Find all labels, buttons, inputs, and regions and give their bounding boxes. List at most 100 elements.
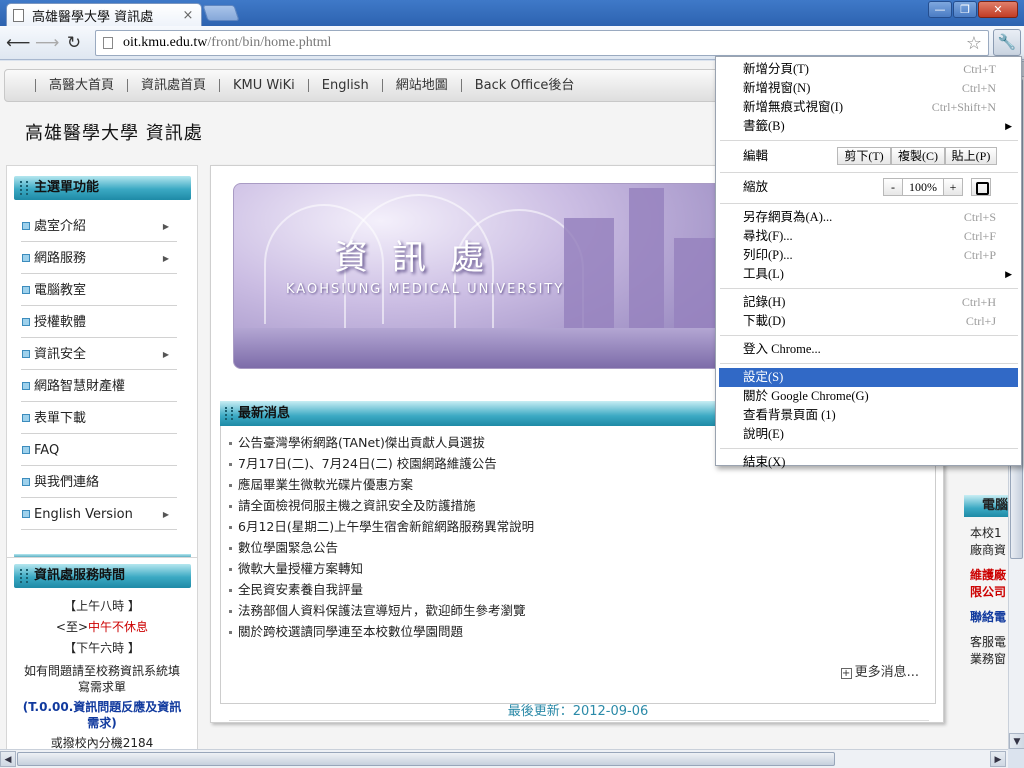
- zoom-out-button[interactable]: -: [883, 178, 903, 196]
- site-nav-link[interactable]: English: [307, 79, 382, 92]
- news-item[interactable]: 7月17日(二)、7月24日(二) 校園網路維護公告: [229, 453, 534, 474]
- browser-tab-active[interactable]: 高雄醫學大學 資訊處 ×: [6, 3, 202, 26]
- menu-item-label: 說明(E): [743, 427, 784, 441]
- horizontal-scrollbar[interactable]: ◀ ▶: [0, 749, 1008, 768]
- submenu-arrow-icon: ▶: [162, 350, 169, 359]
- main-menu-item[interactable]: 網路智慧財產權: [21, 370, 177, 402]
- menu-item[interactable]: 尋找(F)... Ctrl+F: [719, 227, 1018, 246]
- page-icon: [103, 37, 113, 49]
- site-nav-link[interactable]: Back Office後台: [460, 79, 588, 92]
- cut-button[interactable]: 剪下(T): [837, 147, 891, 165]
- menu-item[interactable]: 書籤(B) ▶: [719, 117, 1018, 136]
- new-tab-button[interactable]: [202, 5, 240, 21]
- more-news-link[interactable]: + 更多消息...: [840, 661, 919, 680]
- window-close-button[interactable]: ✕: [978, 1, 1018, 18]
- main-menu-item[interactable]: English Version ▶: [21, 498, 177, 530]
- main-menu-title: 主選單功能: [14, 176, 191, 200]
- menu-item[interactable]: 查看背景頁面 (1): [719, 406, 1018, 425]
- main-menu-item[interactable]: 與我們連絡: [21, 466, 177, 498]
- menu-item[interactable]: 關於 Google Chrome(G): [719, 387, 1018, 406]
- window-titlebar: 高雄醫學大學 資訊處 × — ❐ ✕: [0, 0, 1024, 26]
- main-menu-item[interactable]: 表單下載: [21, 402, 177, 434]
- menu-item[interactable]: 記錄(H) Ctrl+H: [719, 293, 1018, 312]
- zoom-in-button[interactable]: +: [943, 178, 963, 196]
- menu-separator: [720, 363, 1018, 364]
- shortcut-text: Ctrl+T: [963, 62, 996, 76]
- hours-cutoff-text: 或撥校內分機2184: [50, 736, 154, 749]
- news-item[interactable]: 請全面檢視伺服主機之資訊安全及防護措施: [229, 495, 534, 516]
- site-nav-link[interactable]: KMU WiKi: [219, 79, 308, 92]
- menu-item[interactable]: 另存網頁為(A)... Ctrl+S: [719, 208, 1018, 227]
- menu-separator: [720, 335, 1018, 336]
- main-menu-item[interactable]: 授權軟體: [21, 306, 177, 338]
- menu-separator: [720, 288, 1018, 289]
- banner-title: 資訊處: [334, 238, 508, 278]
- maximize-button[interactable]: ❐: [953, 1, 977, 18]
- shortcut-text: Ctrl+S: [963, 210, 996, 224]
- news-item[interactable]: 全民資安素養自我評量: [229, 579, 534, 600]
- scroll-down-arrow-icon[interactable]: ▼: [1009, 733, 1024, 749]
- menu-item[interactable]: 列印(P)... Ctrl+P: [719, 246, 1018, 265]
- address-bar[interactable]: oit.kmu.edu.tw/front/bin/home.phtml ☆: [95, 30, 989, 56]
- menu-item-label: 新增無痕式視窗(I): [743, 100, 843, 114]
- menu-item[interactable]: 新增無痕式視窗(I) Ctrl+Shift+N: [719, 98, 1018, 117]
- back-arrow-icon[interactable]: ⟵: [6, 33, 30, 53]
- menu-item[interactable]: 工具(L) ▶: [719, 265, 1018, 284]
- site-nav-link[interactable]: 網站地圖: [381, 79, 461, 92]
- news-item[interactable]: 微軟大量授權方案轉知: [229, 558, 534, 579]
- news-item[interactable]: 公告臺灣學術網路(TANet)傑出貢獻人員選拔: [229, 432, 534, 453]
- shortcut-text: Ctrl+F: [963, 229, 996, 243]
- minimize-button[interactable]: —: [928, 1, 952, 18]
- main-menu-item[interactable]: 資訊安全 ▶: [21, 338, 177, 370]
- scroll-right-arrow-icon[interactable]: ▶: [990, 751, 1006, 767]
- news-item[interactable]: 關於跨校選讀同學連至本校數位學園問題: [229, 621, 534, 642]
- main-menu-item-label: 資訊安全: [34, 347, 87, 362]
- signin-menu-item[interactable]: 登入 Chrome...: [719, 340, 1018, 359]
- news-item[interactable]: 6月12日(星期二)上午學生宿舍新館網路服務異常說明: [229, 516, 534, 537]
- shortcut-text: Ctrl+H: [961, 295, 996, 309]
- reload-icon[interactable]: ↻: [64, 33, 84, 53]
- news-item[interactable]: 法務部個人資料保護法宣導短片，歡迎師生參考瀏覽: [229, 600, 534, 621]
- forward-arrow-icon[interactable]: ⟶: [35, 33, 59, 53]
- news-item[interactable]: 應屆畢業生微軟光碟片優惠方案: [229, 474, 534, 495]
- hours-note: 如有問題請至校務資訊系統填寫需求單: [23, 664, 180, 694]
- bookmark-star-icon[interactable]: ☆: [966, 33, 982, 54]
- menu-separator: [720, 172, 1018, 173]
- divider: [229, 720, 929, 721]
- news-item[interactable]: 數位學園緊急公告: [229, 537, 534, 558]
- site-title: 高雄醫學大學 資訊處: [25, 123, 203, 144]
- menu-separator: [720, 448, 1018, 449]
- menu-item-label: 關於 Google Chrome(G): [743, 389, 869, 403]
- copy-button[interactable]: 複製(C): [891, 147, 945, 165]
- site-nav-link[interactable]: 高醫大首頁: [35, 79, 127, 92]
- service-hours-title: 資訊處服務時間: [14, 564, 191, 588]
- submenu-arrow-icon: ▶: [162, 510, 169, 519]
- menu-item[interactable]: 說明(E): [719, 425, 1018, 444]
- site-nav-link[interactable]: 資訊處首頁: [127, 79, 219, 92]
- scroll-left-arrow-icon[interactable]: ◀: [0, 751, 16, 767]
- menu-separator: [720, 203, 1018, 204]
- main-menu-panel: 主選單功能 處室介紹 ▶ 網路服務 ▶ 電腦教室 授權軟體資訊安全 ▶ 網路智慧財產權 表單下載…: [6, 165, 198, 559]
- tab-title: 高雄醫學大學 資訊處: [32, 9, 154, 25]
- menu-item[interactable]: 新增視窗(N) Ctrl+N: [719, 79, 1018, 98]
- edit-label: 編輯: [743, 149, 769, 163]
- menu-item[interactable]: 新增分頁(T) Ctrl+T: [719, 60, 1018, 79]
- request-link[interactable]: (T.0.00.資訊問題反應及資訊需求): [7, 699, 197, 731]
- exit-menu-item[interactable]: 結束(X): [719, 453, 1018, 472]
- main-menu-item[interactable]: 網路服務 ▶: [21, 242, 177, 274]
- side-panel-body: 本校1 廠商資 維護廠 限公司 聯絡電 客服電 業務窗: [970, 526, 1007, 666]
- menu-item[interactable]: 下載(D) Ctrl+J: [719, 312, 1018, 331]
- settings-menu-item[interactable]: 設定(S): [719, 368, 1018, 387]
- tab-close-icon[interactable]: ×: [181, 8, 195, 23]
- menu-item-label: 列印(P)...: [743, 248, 793, 262]
- main-menu-item-label: English Version: [34, 507, 133, 522]
- main-menu-item[interactable]: FAQ: [21, 434, 177, 466]
- main-menu-item[interactable]: 電腦教室: [21, 274, 177, 306]
- fullscreen-icon[interactable]: [971, 178, 991, 196]
- menu-item-label: 記錄(H): [743, 295, 786, 309]
- main-menu-item-label: FAQ: [34, 443, 60, 458]
- wrench-menu-button[interactable]: 🔧: [993, 29, 1021, 56]
- main-menu-item[interactable]: 處室介紹 ▶: [21, 210, 177, 242]
- paste-button[interactable]: 貼上(P): [945, 147, 997, 165]
- horizontal-scroll-thumb[interactable]: [17, 752, 835, 766]
